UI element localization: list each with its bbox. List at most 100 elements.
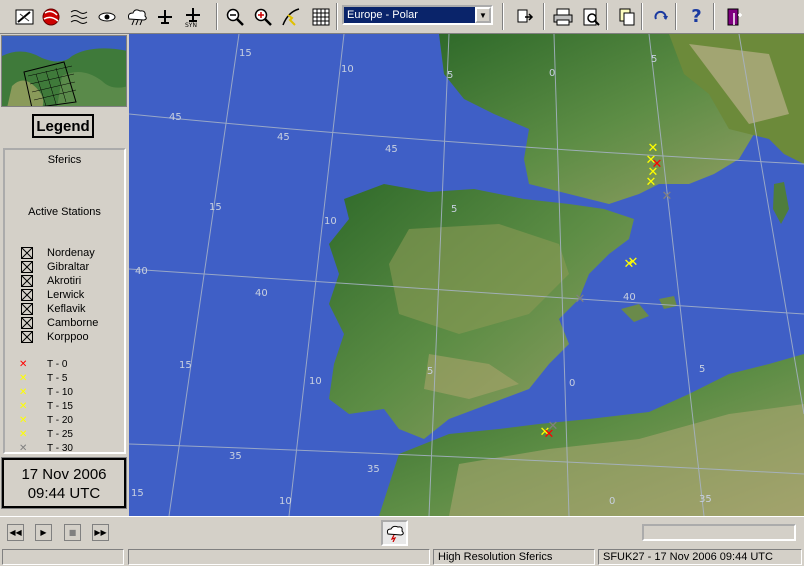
time-key-label: T - 25 <box>47 429 73 440</box>
sferic-mark: ✕ <box>544 427 555 442</box>
status-pane <box>128 549 430 565</box>
grid-icon[interactable] <box>308 4 333 29</box>
station-checkbox[interactable] <box>21 260 33 273</box>
playback-bar: ◀◀ ▶ ■ ▶▶ <box>0 516 804 547</box>
legend-title: Legend <box>32 114 94 138</box>
sferic-mark: ✕ <box>646 175 657 190</box>
sferic-mark-icon: ✕ <box>19 443 28 454</box>
overview-minimap[interactable] <box>1 35 127 107</box>
zoom-out-icon[interactable] <box>222 4 247 29</box>
zoom-in-icon[interactable] <box>250 4 275 29</box>
sferic-mark-icon: ✕ <box>19 373 28 384</box>
lat-label: 40 <box>135 266 148 277</box>
sferic-mark-icon: ✕ <box>19 415 28 426</box>
toolbar-separator <box>216 3 218 30</box>
station-checkbox[interactable] <box>21 316 33 329</box>
station-item[interactable]: Gibraltar <box>21 260 89 273</box>
toolbar-separator <box>641 3 643 30</box>
sferic-mark-icon: ✕ <box>19 387 28 398</box>
time-key: ✕ T - 25 <box>19 428 73 441</box>
print-icon[interactable] <box>550 4 575 29</box>
svg-text:SYN: SYN <box>185 22 197 28</box>
sferic-mark: ✕ <box>662 189 673 204</box>
station-checkbox[interactable] <box>21 302 33 315</box>
sferic-mark-icon: ✕ <box>19 401 28 412</box>
legend-section-label: Sferics <box>47 154 82 166</box>
lon-label: 5 <box>447 70 453 81</box>
eye-icon[interactable] <box>94 4 119 29</box>
help-icon[interactable]: ? <box>684 4 709 29</box>
lon-label: 10 <box>341 64 354 75</box>
station-label: Camborne <box>47 316 99 329</box>
cloud-lightning-icon <box>386 525 404 542</box>
lon-label: 10 <box>309 376 322 387</box>
lightning-track-icon[interactable] <box>278 4 303 29</box>
stop-icon: ■ <box>68 528 77 537</box>
synop-icon[interactable]: SYN <box>180 4 205 29</box>
time-key: ✕ T - 5 <box>19 372 67 385</box>
lon-label: 0 <box>569 378 575 389</box>
storm-icon[interactable] <box>38 4 63 29</box>
lon-label: 0 <box>549 68 555 79</box>
station-item[interactable]: Akrotiri <box>21 274 81 287</box>
rewind-icon: ◀◀ <box>9 528 22 537</box>
toolbar-separator <box>713 3 715 30</box>
station-checkbox[interactable] <box>21 274 33 287</box>
lat-label: 40 <box>255 288 268 299</box>
status-bar: High Resolution Sferics SFUK27 - 17 Nov … <box>0 547 804 566</box>
aircraft-icon[interactable] <box>152 4 177 29</box>
legend-box: Sferics Active Stations Nordenay Gibralt… <box>3 148 126 454</box>
toolbar-separator <box>502 3 504 30</box>
time-key: ✕ T - 15 <box>19 400 73 413</box>
exit-icon[interactable] <box>722 4 747 29</box>
refresh-icon[interactable] <box>648 4 673 29</box>
lat-label: 45 <box>277 132 290 143</box>
station-item[interactable]: Lerwick <box>21 288 84 301</box>
station-label: Korppoo <box>47 330 89 343</box>
sferic-mark: ✕ <box>628 255 639 270</box>
lat-label: 45 <box>385 144 398 155</box>
time-key-label: T - 20 <box>47 415 73 426</box>
sferic-mark: ✕ <box>575 292 586 307</box>
date-label: 17 Nov 2006 <box>21 466 107 483</box>
lon-label: 5 <box>427 366 433 377</box>
export-icon[interactable] <box>512 4 537 29</box>
station-checkbox[interactable] <box>21 330 33 343</box>
station-item[interactable]: Camborne <box>21 316 98 329</box>
fast-forward-button[interactable]: ▶▶ <box>92 524 109 541</box>
contour-icon[interactable] <box>66 4 91 29</box>
toolbar-separator <box>336 3 338 30</box>
station-label: Nordenay <box>47 246 95 259</box>
lon-label: 0 <box>609 496 615 507</box>
station-label: Gibraltar <box>47 260 90 273</box>
stop-button[interactable]: ■ <box>64 524 81 541</box>
region-select[interactable]: Europe - Polar ▼ <box>342 5 493 25</box>
station-checkbox[interactable] <box>21 288 33 301</box>
lat-label: 45 <box>169 112 182 123</box>
region-select-value: Europe - Polar <box>347 9 418 21</box>
play-button[interactable]: ▶ <box>35 524 52 541</box>
cloud-icon[interactable] <box>124 4 149 29</box>
sferic-mark-icon: ✕ <box>19 429 28 440</box>
lon-label: 15 <box>179 360 192 371</box>
station-item[interactable]: Keflavik <box>21 302 86 315</box>
station-item[interactable]: Nordenay <box>21 246 95 259</box>
station-label: Keflavik <box>47 302 86 315</box>
draw-icon[interactable] <box>12 4 37 29</box>
lon-label: 15 <box>209 202 222 213</box>
sferics-layer-button[interactable] <box>381 520 408 546</box>
station-label: Lerwick <box>47 288 85 301</box>
station-item[interactable]: Korppoo <box>21 330 89 343</box>
time-key-label: T - 10 <box>47 387 73 398</box>
map-canvas[interactable]: 45 45 45 40 40 40 35 35 35 15 10 5 0 5 1… <box>129 34 804 516</box>
play-icon: ▶ <box>40 528 47 537</box>
station-checkbox[interactable] <box>21 246 33 259</box>
chevron-down-icon[interactable]: ▼ <box>475 7 491 23</box>
rewind-button[interactable]: ◀◀ <box>7 524 24 541</box>
lon-label: 10 <box>279 496 292 507</box>
time-key-label: T - 30 <box>47 443 73 454</box>
toolbar-separator <box>675 3 677 30</box>
map-view[interactable]: 45 45 45 40 40 40 35 35 35 15 10 5 0 5 1… <box>129 34 804 516</box>
copy-icon[interactable] <box>614 4 639 29</box>
print-preview-icon[interactable] <box>578 4 603 29</box>
